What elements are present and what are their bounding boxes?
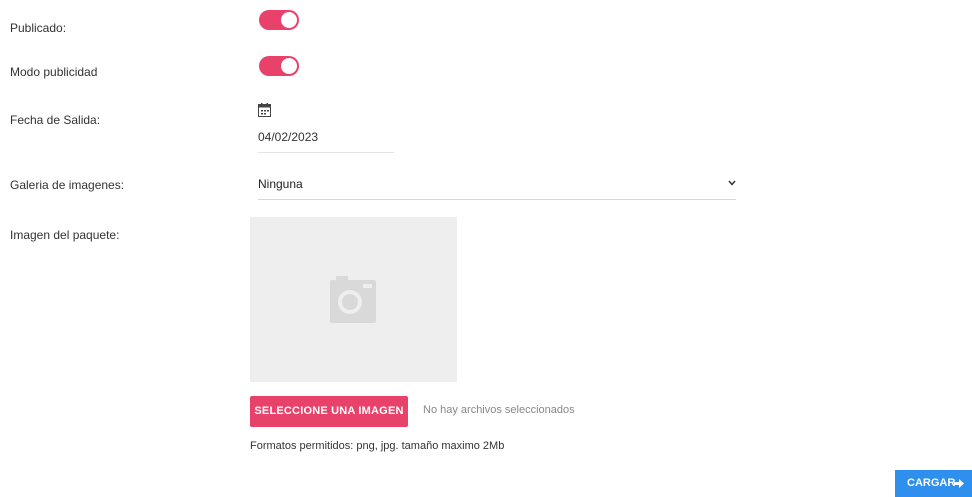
ad-mode-label: Modo publicidad — [10, 65, 98, 79]
toggle-knob — [281, 12, 297, 28]
calendar-icon[interactable] — [258, 103, 271, 117]
published-toggle[interactable] — [259, 10, 299, 30]
no-file-text: No hay archivos seleccionados — [423, 404, 575, 416]
release-date-label: Fecha de Salida: — [10, 113, 101, 127]
image-preview — [250, 217, 457, 382]
gallery-select[interactable]: Ninguna — [258, 170, 736, 200]
release-date-input[interactable]: 04/02/2023 — [258, 124, 394, 153]
camera-icon — [330, 276, 376, 323]
submit-button[interactable]: CARGAR — [895, 470, 972, 497]
allowed-formats-text: Formatos permitidos: png, jpg. tamaño ma… — [250, 440, 505, 452]
gallery-label: Galeria de imagenes: — [10, 178, 125, 192]
package-image-label: Imagen del paquete: — [10, 228, 120, 242]
toggle-knob — [281, 58, 297, 74]
arrow-right-icon — [954, 479, 964, 488]
select-image-button[interactable]: SELECCIONE UNA IMAGEN — [250, 396, 408, 427]
published-label: Publicado: — [10, 21, 67, 35]
submit-label: CARGAR — [907, 477, 956, 489]
chevron-down-icon — [728, 180, 736, 186]
ad-mode-toggle[interactable] — [259, 56, 299, 76]
gallery-selected-value: Ninguna — [258, 177, 303, 191]
